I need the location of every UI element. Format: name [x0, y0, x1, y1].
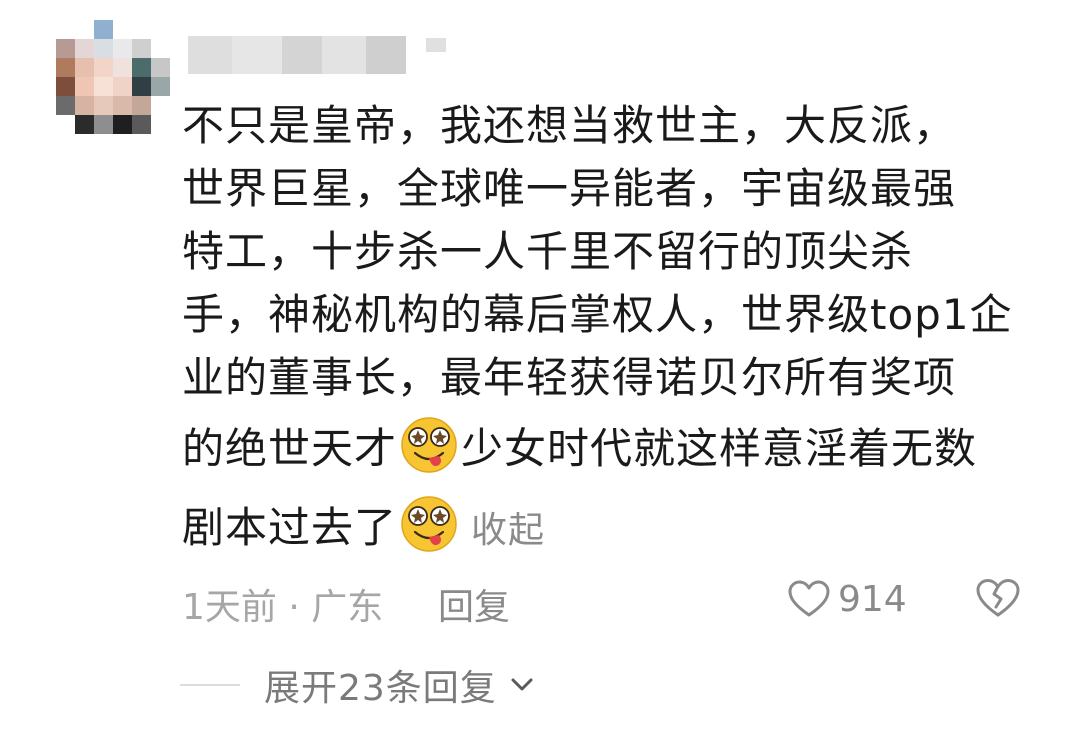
comment-line: 不只是皇帝，我还想当救世主，大反派， [182, 101, 957, 150]
expand-replies-button[interactable]: 展开23条回复 [180, 660, 537, 710]
username-blurred[interactable] [188, 36, 448, 76]
drooling-face-emoji [401, 496, 457, 552]
comment-line: 世界巨星，全球唯一异能者，宇宙级最强 [182, 164, 957, 213]
expand-replies-label: 展开23条回复 [264, 668, 497, 709]
like-count: 914 [838, 578, 907, 620]
comment-segment: 剧本过去了 [182, 503, 398, 552]
comment-segment: 的绝世天才 [182, 424, 398, 473]
comment-time-location: 1天前 · 广东 [182, 587, 384, 628]
comment-line: 剧本过去了 收起 [182, 494, 1042, 562]
comment-line: 业的董事长，最年轻获得诺贝尔所有奖项 [182, 353, 957, 402]
chevron-down-icon [511, 678, 533, 691]
like-button[interactable]: 914 [786, 574, 907, 624]
drooling-face-emoji [401, 417, 457, 473]
comment-meta-row: 1天前 · 广东 回复 914 [182, 574, 1042, 628]
heart-icon [788, 580, 830, 617]
comment-line: 特工，十步杀一人千里不留行的顶尖杀 [182, 227, 914, 276]
comment-line: 手，神秘机构的幕后掌权人，世界级top1企 [182, 290, 1013, 339]
comment-line: 的绝世天才 少女时代就这样意淫着无数 [182, 415, 1042, 480]
dislike-button[interactable] [974, 574, 1024, 624]
divider-line [180, 684, 240, 686]
collapse-button[interactable]: 收起 [471, 510, 545, 551]
comment-text: 不只是皇帝，我还想当救世主，大反派， 世界巨星，全球唯一异能者，宇宙级最强 特工… [182, 94, 1042, 562]
avatar[interactable] [56, 20, 170, 134]
reply-button[interactable]: 回复 [438, 578, 510, 630]
broken-heart-icon [976, 579, 1020, 617]
comment-segment: 少女时代就这样意淫着无数 [461, 424, 978, 473]
comment-item: 不只是皇帝，我还想当救世主，大反派， 世界巨星，全球唯一异能者，宇宙级最强 特工… [0, 0, 1080, 742]
